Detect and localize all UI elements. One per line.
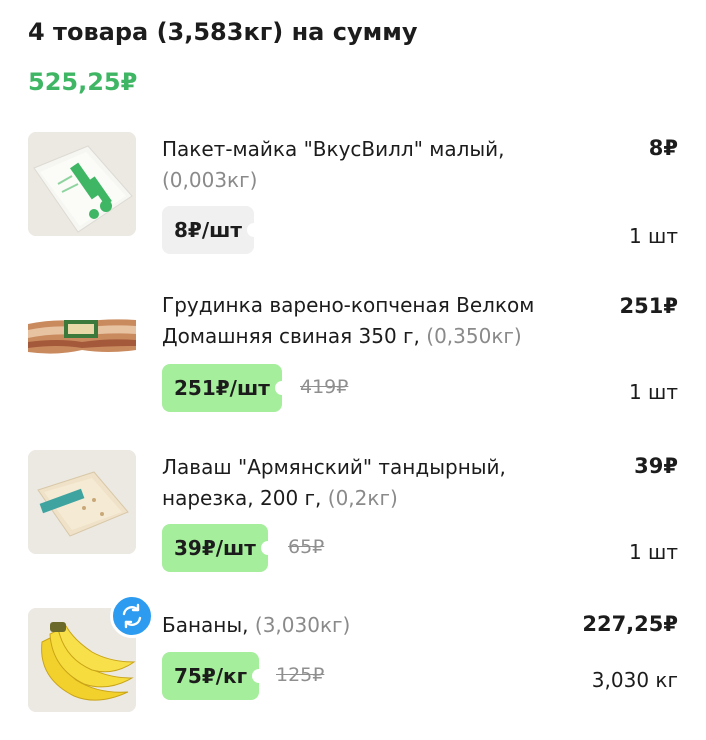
unit-price-tag: 8₽/шт: [162, 206, 261, 254]
item-weight: (3,030кг): [254, 613, 351, 637]
item-total-price: 251₽: [619, 294, 678, 318]
item-weight: (0,2кг): [327, 486, 398, 510]
item-quantity: 1 шт: [628, 380, 678, 404]
item-total-price: 8₽: [648, 136, 678, 160]
item-name[interactable]: Грудинка варено-копченая Велком Домашняя…: [162, 290, 592, 352]
brisket-image: [28, 290, 136, 394]
item-name[interactable]: Пакет-майка "ВкусВилл" малый, (0,003кг): [162, 134, 592, 196]
unit-price-tag: 75₽/кг: [162, 652, 267, 700]
item-name-text: Пакет-майка "ВкусВилл" малый,: [162, 137, 505, 161]
old-price: 65₽: [288, 536, 325, 558]
unit-price-tag: 251₽/шт: [162, 364, 289, 412]
item-name-text: Бананы,: [162, 613, 249, 637]
item-total-price: 227,25₽: [582, 612, 678, 636]
order-total: 525,25₽: [28, 68, 138, 96]
item-weight: (0,350кг): [426, 324, 522, 348]
replace-item-button[interactable]: [110, 594, 154, 638]
item-weight: (0,003кг): [162, 168, 258, 192]
item-quantity: 1 шт: [628, 540, 678, 564]
item-name[interactable]: Бананы, (3,030кг): [162, 610, 592, 641]
lavash-image: [28, 450, 136, 554]
item-total-price: 39₽: [634, 454, 678, 478]
plastic-bag-image: [28, 132, 136, 236]
order-summary: 4 товара (3,583кг) на сумму 525,25₽ Паке…: [0, 0, 706, 740]
old-price: 419₽: [300, 376, 349, 398]
item-quantity: 1 шт: [628, 224, 678, 248]
item-name[interactable]: Лаваш "Армянский" тандырный, нарезка, 20…: [162, 452, 592, 514]
item-quantity: 3,030 кг: [591, 668, 678, 692]
old-price: 125₽: [276, 664, 325, 686]
unit-price-tag: 39₽/шт: [162, 524, 275, 572]
order-summary-title: 4 товара (3,583кг) на сумму: [28, 18, 418, 46]
refresh-icon: [122, 603, 142, 629]
